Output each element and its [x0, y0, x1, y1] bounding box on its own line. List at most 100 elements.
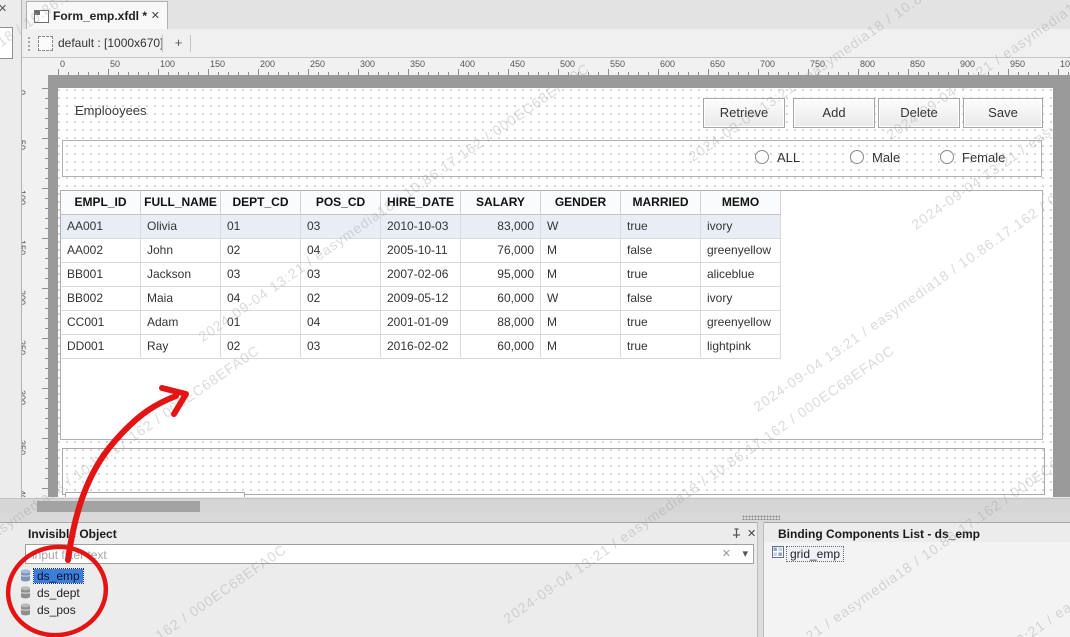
- binding-item-grid_emp[interactable]: grid_emp: [772, 546, 845, 562]
- delete-button[interactable]: Delete: [878, 98, 960, 128]
- radio-female[interactable]: Female: [940, 149, 1005, 165]
- grid-cell[interactable]: DD001: [61, 335, 141, 359]
- close-icon[interactable]: ✕: [0, 2, 7, 15]
- grid-cell[interactable]: 2016-02-02: [381, 335, 461, 359]
- grid-cell[interactable]: ivory: [701, 215, 781, 239]
- grid-cell[interactable]: 2005-10-11: [381, 239, 461, 263]
- grid-cell[interactable]: 01: [221, 311, 301, 335]
- grid-cell[interactable]: Ray: [141, 335, 221, 359]
- grid-cell[interactable]: greenyellow: [701, 311, 781, 335]
- filter-field[interactable]: ✕ ▾: [25, 544, 754, 565]
- grid-cell[interactable]: 04: [221, 287, 301, 311]
- toolbar-grip-icon[interactable]: [27, 36, 31, 51]
- grid-cell[interactable]: M: [541, 239, 621, 263]
- grid-cell[interactable]: 03: [301, 263, 381, 287]
- radio-male[interactable]: Male: [850, 149, 900, 165]
- scrollbar-thumb[interactable]: [37, 501, 200, 512]
- grid-cell[interactable]: 95,000: [461, 263, 541, 287]
- table-row[interactable]: DD001 Ray 02 03 2016-02-02 60,000 Mtrue lightpi…: [61, 335, 781, 359]
- table-row[interactable]: CC001 Adam 01 04 2001-01-09 88,000 Mtrue greeny…: [61, 311, 781, 335]
- grid-cell[interactable]: 88,000: [461, 311, 541, 335]
- grid-cell[interactable]: 2001-01-09: [381, 311, 461, 335]
- grid-cell[interactable]: 03: [221, 263, 301, 287]
- grid-cell[interactable]: 2010-10-03: [381, 215, 461, 239]
- radio-all[interactable]: ALL: [755, 149, 800, 165]
- add-button[interactable]: Add: [793, 98, 875, 128]
- save-button[interactable]: Save: [963, 98, 1043, 128]
- radio-circle-icon[interactable]: [940, 150, 954, 164]
- grid-cell[interactable]: true: [621, 215, 701, 239]
- grid-cell[interactable]: M: [541, 335, 621, 359]
- grid-cell[interactable]: 03: [301, 335, 381, 359]
- tab-form-emp[interactable]: Form_emp.xfdl * ✕: [26, 1, 168, 29]
- grid-cell[interactable]: 2009-05-12: [381, 287, 461, 311]
- panel-splitter[interactable]: [0, 513, 1070, 522]
- form-title-label[interactable]: Emplooyees: [75, 103, 147, 118]
- add-layout-button[interactable]: +: [170, 33, 187, 53]
- grid-cell[interactable]: CC001: [61, 311, 141, 335]
- grid-cell[interactable]: 60,000: [461, 335, 541, 359]
- grid-cell[interactable]: Olivia: [141, 215, 221, 239]
- grid-cell[interactable]: AA002: [61, 239, 141, 263]
- grid-cell[interactable]: 83,000: [461, 215, 541, 239]
- grid-cell[interactable]: false: [621, 239, 701, 263]
- list-item-ds_emp[interactable]: ds_emp: [20, 568, 320, 585]
- grid-cell[interactable]: true: [621, 263, 701, 287]
- grid-cell[interactable]: M: [541, 263, 621, 287]
- grid-cell[interactable]: M: [541, 311, 621, 335]
- grid-cell[interactable]: ivory: [701, 287, 781, 311]
- grid-cell[interactable]: lightpink: [701, 335, 781, 359]
- grid-cell[interactable]: 02: [221, 239, 301, 263]
- grid-cell[interactable]: 01: [221, 215, 301, 239]
- toolbar-separator: [190, 35, 191, 52]
- radio-circle-icon[interactable]: [850, 150, 864, 164]
- ruler-label: 700: [760, 59, 776, 69]
- ruler-label: 550: [610, 59, 626, 69]
- retrieve-button[interactable]: Retrieve: [703, 98, 785, 128]
- clear-filter-icon[interactable]: ✕: [722, 547, 731, 560]
- vertical-panel-splitter[interactable]: [757, 522, 764, 637]
- grid-cell[interactable]: true: [621, 335, 701, 359]
- grid-cell[interactable]: Adam: [141, 311, 221, 335]
- grid-cell[interactable]: aliceblue: [701, 263, 781, 287]
- grid-cell[interactable]: 04: [301, 239, 381, 263]
- grid-cell[interactable]: AA001: [61, 215, 141, 239]
- panel-close-icon[interactable]: ✕: [747, 527, 756, 540]
- grid-cell[interactable]: 76,000: [461, 239, 541, 263]
- table-row[interactable]: BB001 Jackson 03 03 2007-02-06 95,000 Mtrue ali…: [61, 263, 781, 287]
- grid-cell[interactable]: Jackson: [141, 263, 221, 287]
- list-item-ds_pos[interactable]: ds_pos: [20, 602, 320, 619]
- grid-cell[interactable]: W: [541, 215, 621, 239]
- form-design-surface[interactable]: Emplooyees Retrieve Add Delete Save ALL …: [58, 88, 1053, 497]
- grid-cell[interactable]: 2007-02-06: [381, 263, 461, 287]
- grid-cell[interactable]: W: [541, 287, 621, 311]
- grid-cell[interactable]: Maia: [141, 287, 221, 311]
- horizontal-scrollbar[interactable]: [0, 498, 1070, 513]
- tab-close-icon[interactable]: ✕: [151, 9, 160, 22]
- grid-cell[interactable]: 60,000: [461, 287, 541, 311]
- grid-cell[interactable]: 03: [301, 215, 381, 239]
- filter-input[interactable]: [30, 545, 724, 565]
- grid-cell[interactable]: 02: [301, 287, 381, 311]
- grid-cell[interactable]: 04: [301, 311, 381, 335]
- ruler-label: 300: [360, 59, 376, 69]
- employee-grid[interactable]: EMPL_ID FULL_NAME DEPT_CD POS_CD HIRE_DATE SA…: [60, 190, 1043, 440]
- table-row[interactable]: BB002 Maia 04 02 2009-05-12 60,000 Wfalse ivory: [61, 287, 781, 311]
- table-row[interactable]: AA001 Olivia 01 03 2010-10-03 83,000 Wtrue ivor…: [61, 215, 781, 239]
- pin-icon[interactable]: [731, 528, 742, 539]
- list-item-ds_dept[interactable]: ds_dept: [20, 585, 320, 602]
- grid-cell[interactable]: BB002: [61, 287, 141, 311]
- grid-cell[interactable]: BB001: [61, 263, 141, 287]
- table-row[interactable]: AA002 John 02 04 2005-10-11 76,000 Mfalse green…: [61, 239, 781, 263]
- splitter-grip-icon[interactable]: [742, 515, 780, 520]
- grid-cell[interactable]: true: [621, 311, 701, 335]
- ruler-label: 300: [22, 390, 27, 406]
- dropdown-arrow-icon[interactable]: ▾: [742, 547, 748, 560]
- radio-circle-icon[interactable]: [755, 150, 769, 164]
- grid-cell[interactable]: 02: [221, 335, 301, 359]
- grid-cell[interactable]: greenyellow: [701, 239, 781, 263]
- grid-cell[interactable]: false: [621, 287, 701, 311]
- lower-div-component[interactable]: [62, 448, 1045, 495]
- grid-cell[interactable]: John: [141, 239, 221, 263]
- binding-list-body: grid_emp: [764, 542, 1070, 637]
